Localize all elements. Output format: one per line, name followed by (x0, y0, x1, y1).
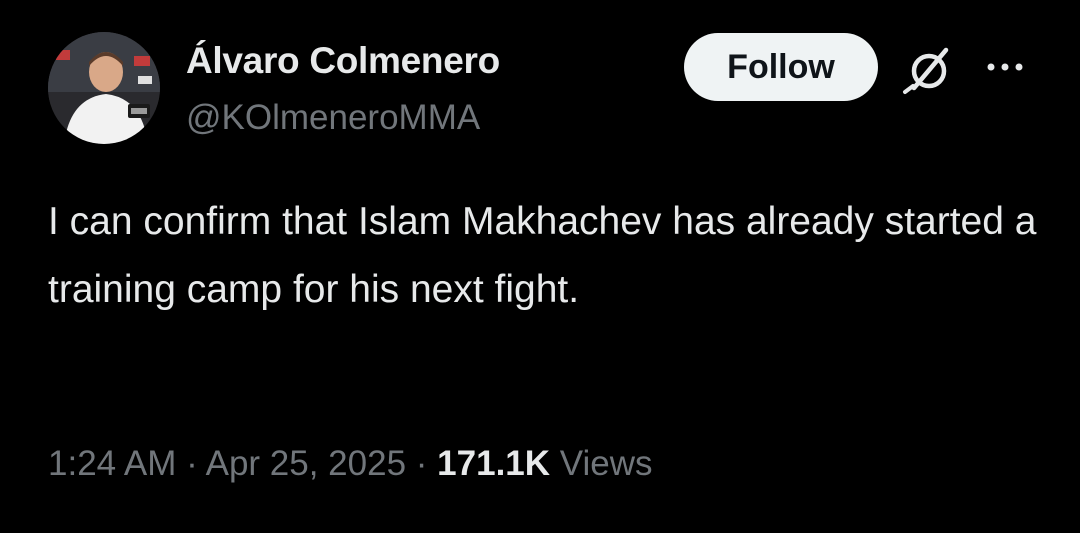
views-count: 171.1K (437, 444, 551, 483)
avatar[interactable] (48, 32, 160, 144)
author-handle[interactable]: @KOlmeneroMMA (186, 98, 480, 138)
grok-icon[interactable] (900, 40, 958, 98)
views-label: Views (559, 444, 653, 483)
tweet-metadata: 1:24 AM · Apr 25, 2025 · 171.1K Views (48, 444, 653, 484)
tweet-date[interactable]: Apr 25, 2025 (206, 444, 406, 483)
tweet-text: I can confirm that Islam Makhachev has a… (48, 200, 1037, 311)
tweet-time[interactable]: 1:24 AM (48, 444, 176, 483)
separator-dot: · (186, 444, 198, 483)
more-options-icon[interactable] (982, 52, 1028, 82)
author-display-name[interactable]: Álvaro Colmenero (186, 40, 500, 82)
follow-button[interactable]: Follow (684, 33, 878, 101)
separator-dot: · (415, 444, 428, 483)
avatar-photo (48, 32, 160, 144)
